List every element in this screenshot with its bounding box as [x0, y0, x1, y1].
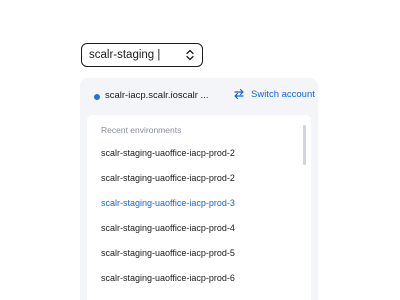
environment-select[interactable]: scalr-staging |: [81, 43, 203, 67]
environment-dropdown: scalr-iacp.scalr.ioscalr ... Switch acco…: [80, 78, 318, 300]
recent-environments-heading: Recent environments: [101, 125, 182, 135]
scrollbar-thumb[interactable]: [303, 125, 306, 165]
account-name: scalr-iacp.scalr.ioscalr ...: [105, 90, 209, 101]
screen: scalr-staging | scalr-iacp.scalr.ioscalr…: [0, 0, 400, 300]
account-status-dot: [94, 94, 100, 100]
switch-account-label: Switch account: [251, 88, 315, 100]
account-row: scalr-iacp.scalr.ioscalr ... Switch acco…: [80, 78, 318, 114]
environment-select-value: scalr-staging |: [89, 49, 161, 61]
recent-environments-list: Recent environments scalr-staging-uaoffi…: [87, 115, 311, 300]
environment-item[interactable]: scalr-staging-uaoffice-iacp-prod-4: [87, 216, 311, 241]
environment-item[interactable]: scalr-staging-uaoffice-iacp-prod-3: [87, 191, 311, 216]
environment-item[interactable]: scalr-staging-uaoffice-iacp-prod-6: [87, 266, 311, 291]
environment-item[interactable]: scalr-staging-uaoffice-iacp-prod-5: [87, 241, 311, 266]
environment-item[interactable]: scalr-staging-uaoffice-iacp-prod-2: [87, 166, 311, 191]
environment-item[interactable]: scalr-staging-uaoffice-iacp-prod-2: [87, 141, 311, 166]
environment-items: scalr-staging-uaoffice-iacp-prod-2 scalr-…: [87, 141, 311, 291]
swap-arrows-icon: [233, 88, 245, 100]
switch-account-button[interactable]: Switch account: [233, 88, 315, 100]
chevron-up-down-icon: [184, 48, 196, 62]
